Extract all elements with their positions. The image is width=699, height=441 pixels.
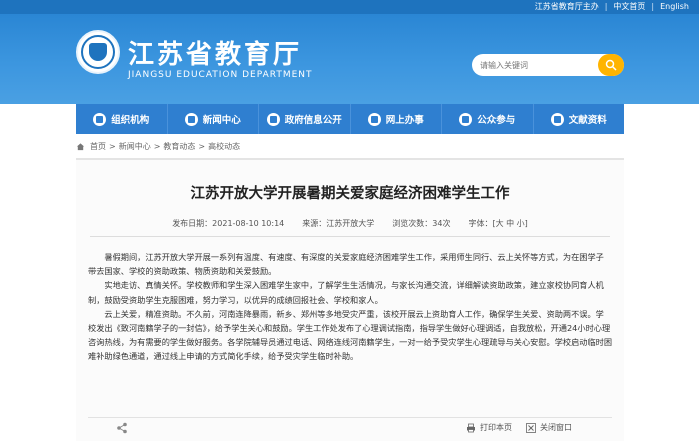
nav-item-info-disclosure[interactable]: 政府信息公开 xyxy=(259,104,351,134)
main-nav: 组织机构 新闻中心 政府信息公开 网上办事 公众参与 文献资料 xyxy=(76,104,624,134)
printer-icon xyxy=(467,423,475,432)
nav-item-public-participation[interactable]: 公众参与 xyxy=(442,104,534,134)
search-box xyxy=(472,54,624,76)
nav-item-organization[interactable]: 组织机构 xyxy=(76,104,168,134)
article-tools: 打印本页 关闭窗口 xyxy=(88,417,612,437)
close-label: 关闭窗口 xyxy=(540,423,572,432)
article-title: 江苏开放大学开展暑期关爱家庭经济困难学生工作 xyxy=(190,186,510,202)
search-icon xyxy=(605,59,617,71)
publish-date: 发布日期：2021-08-10 10:14 xyxy=(172,219,285,228)
top-links: 江苏省教育厅主办 | 中文首页 | English xyxy=(535,1,689,12)
english-link[interactable]: English xyxy=(660,2,689,11)
search-input[interactable] xyxy=(480,60,600,70)
site-title[interactable]: 江苏省教育厅 xyxy=(128,34,302,71)
nav-item-online-service[interactable]: 网上办事 xyxy=(351,104,442,134)
people-icon xyxy=(459,112,473,126)
nav-label: 文献资料 xyxy=(568,115,607,126)
site-header: 江苏省教育厅 JIANGSU EDUCATION DEPARTMENT xyxy=(0,14,699,104)
nav-label: 网上办事 xyxy=(385,115,424,126)
nav-item-documents[interactable]: 文献资料 xyxy=(534,104,625,134)
nav-label: 政府信息公开 xyxy=(284,115,342,126)
computer-icon xyxy=(367,112,381,126)
article-panel: 江苏开放大学开展暑期关爱家庭经济困难学生工作 发布日期：2021-08-10 1… xyxy=(76,158,624,441)
paragraph: 云上关爱，精准资助。不久前，河南连降暴雨，新乡、郑州等多地受灾严重，该校开展云上… xyxy=(88,308,613,362)
nav-item-news[interactable]: 新闻中心 xyxy=(168,104,259,134)
article-source: 来源：江苏开放大学 xyxy=(302,219,375,228)
article-body: 暑假期间，江苏开放大学开展一系列有温度、有速度、有深度的关爱家庭经济困难学生工作… xyxy=(88,250,612,364)
divider xyxy=(90,236,610,237)
article-meta: 发布日期：2021-08-10 10:14 来源：江苏开放大学 浏览次数：34次… xyxy=(76,218,624,229)
logo-emblem xyxy=(89,43,107,61)
nav-label: 新闻中心 xyxy=(202,115,241,126)
tool-buttons: 打印本页 关闭窗口 xyxy=(466,422,572,433)
breadcrumb-home[interactable]: 首页 xyxy=(90,141,106,152)
view-count: 浏览次数：34次 xyxy=(392,219,451,228)
book-icon xyxy=(550,112,564,126)
separator: | xyxy=(651,2,655,11)
font-size-switcher[interactable]: 字体：[大 中 小] xyxy=(468,218,527,229)
breadcrumb-university[interactable]: 高校动态 xyxy=(208,141,240,152)
top-strip: 江苏省教育厅主办 | 中文首页 | English xyxy=(0,0,699,14)
paragraph: 暑假期间，江苏开放大学开展一系列有温度、有速度、有深度的关爱家庭经济困难学生工作… xyxy=(88,252,604,277)
home-icon xyxy=(76,143,85,151)
breadcrumb-education[interactable]: 教育动态 xyxy=(163,141,195,152)
site-subtitle: JIANGSU EDUCATION DEPARTMENT xyxy=(128,70,313,80)
document-icon xyxy=(266,112,280,126)
organization-icon xyxy=(93,112,107,126)
breadcrumb: 首页 > 新闻中心 > 教育动态 > 高校动态 xyxy=(76,141,240,152)
nav-label: 组织机构 xyxy=(111,115,150,126)
news-icon xyxy=(184,112,198,126)
separator: | xyxy=(604,2,608,11)
sponsor-text: 江苏省教育厅主办 xyxy=(534,2,599,11)
logo-ring xyxy=(81,35,115,69)
nav-label: 公众参与 xyxy=(477,115,516,126)
print-label: 打印本页 xyxy=(480,423,512,432)
search-button[interactable] xyxy=(598,54,624,76)
chinese-home-link[interactable]: 中文首页 xyxy=(613,1,645,12)
site-logo-icon[interactable] xyxy=(76,30,120,74)
breadcrumb-news[interactable]: 新闻中心 xyxy=(119,141,151,152)
paragraph: 实地走访、真情关怀。学校教师和学生深入困难学生家中，了解学生生活情况，与家长沟通… xyxy=(88,280,604,305)
close-window-button[interactable]: 关闭窗口 xyxy=(526,422,572,433)
print-button[interactable]: 打印本页 xyxy=(466,422,512,433)
share-icon[interactable] xyxy=(116,422,128,434)
close-icon xyxy=(526,422,536,433)
